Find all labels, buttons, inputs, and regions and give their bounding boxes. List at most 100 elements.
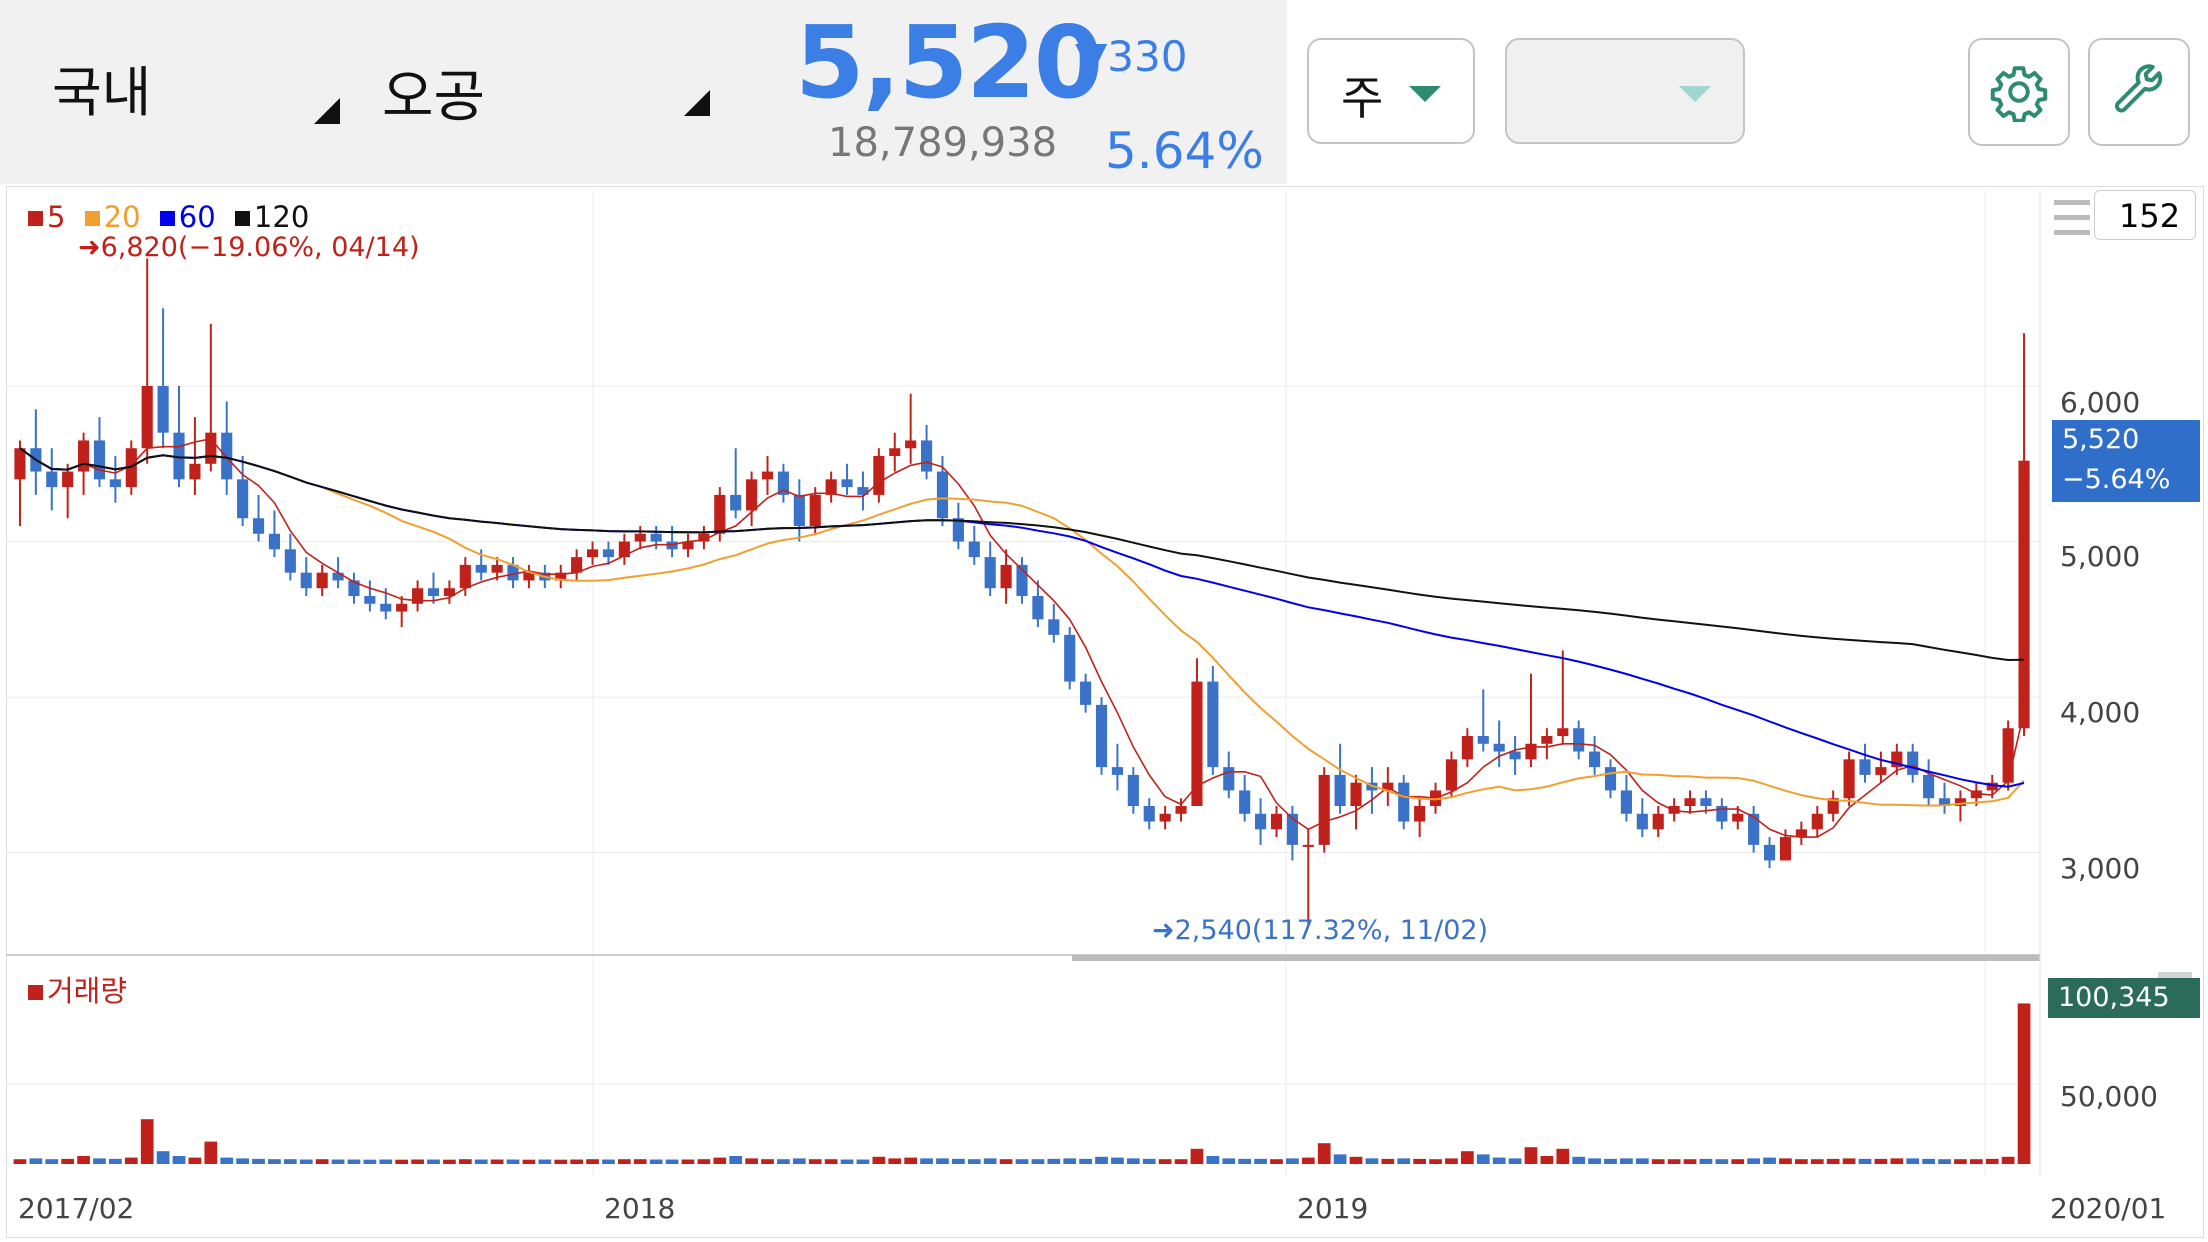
volume-bar xyxy=(204,1141,218,1164)
volume-bar xyxy=(299,1159,313,1164)
volume-bar xyxy=(1747,1158,1761,1164)
volume-bar xyxy=(172,1156,186,1164)
volume-bar xyxy=(1111,1157,1124,1164)
candle xyxy=(1175,806,1187,814)
volume-bar xyxy=(1476,1154,1490,1164)
volume-bar xyxy=(808,1159,822,1164)
volume-bar xyxy=(395,1159,409,1164)
candle xyxy=(921,440,933,472)
volume-bar xyxy=(1079,1158,1092,1164)
candle xyxy=(1493,743,1505,752)
volume-bar xyxy=(602,1159,615,1164)
volume-bar xyxy=(1635,1158,1649,1164)
volume-bar xyxy=(920,1158,933,1164)
volume-bar xyxy=(1524,1147,1538,1164)
candle xyxy=(109,479,121,488)
volume-bar xyxy=(1492,1157,1506,1164)
volume-bar xyxy=(713,1157,727,1164)
candle xyxy=(491,564,503,573)
candle xyxy=(141,386,153,449)
volume-bar xyxy=(1826,1158,1840,1164)
volume-bar xyxy=(1556,1148,1570,1164)
candle xyxy=(157,386,169,433)
legend-ma60[interactable]: 60 xyxy=(159,200,216,234)
volume-bar xyxy=(77,1156,90,1164)
volume-bar xyxy=(888,1158,902,1164)
zoom-level-box[interactable]: 152 xyxy=(2094,190,2196,240)
volume-bar xyxy=(490,1159,504,1164)
candle xyxy=(1032,596,1044,620)
volume-bar xyxy=(792,1158,806,1164)
candle xyxy=(714,494,726,534)
candle xyxy=(252,518,265,534)
volume-bar xyxy=(1890,1158,1904,1164)
menu-icon[interactable] xyxy=(2054,198,2090,238)
volume-bar xyxy=(904,1157,918,1164)
legend-ma120[interactable]: 120 xyxy=(234,200,309,234)
candle xyxy=(62,471,74,488)
volume-bar xyxy=(93,1158,106,1164)
volume-bar xyxy=(29,1158,43,1164)
volume-bar xyxy=(1429,1159,1442,1164)
candle xyxy=(650,533,662,542)
volume-bar xyxy=(156,1151,170,1164)
candle xyxy=(1700,798,1712,806)
candle xyxy=(205,432,217,464)
volume-bar xyxy=(856,1159,870,1164)
ma-line-60 xyxy=(19,447,2025,788)
volume-bar xyxy=(315,1159,329,1164)
candle xyxy=(1748,813,1760,845)
volume-bar xyxy=(1604,1158,1617,1164)
volume-bar xyxy=(554,1159,568,1164)
volume-bar xyxy=(2017,1003,2031,1164)
x-tick-2017-02: 2017/02 xyxy=(18,1192,135,1225)
candle xyxy=(1000,564,1012,589)
volume-bar xyxy=(1286,1158,1299,1164)
candle xyxy=(1509,751,1521,760)
volume-bar xyxy=(236,1158,249,1164)
candle xyxy=(1064,634,1076,682)
x-tick-2019: 2019 xyxy=(1297,1192,1369,1225)
volume-bar xyxy=(1667,1159,1681,1164)
candle xyxy=(1414,806,1426,822)
legend-ma20[interactable]: 20 xyxy=(84,200,141,234)
volume-bar xyxy=(697,1159,711,1164)
candle xyxy=(300,572,312,589)
volume-bar xyxy=(1763,1157,1776,1164)
candle xyxy=(46,471,58,488)
volume-bar xyxy=(649,1159,663,1164)
candle xyxy=(284,549,296,573)
volume-bar xyxy=(777,1159,790,1164)
candle xyxy=(1811,813,1823,830)
price-chart[interactable] xyxy=(0,0,2208,1242)
legend-ma5[interactable]: 5 xyxy=(28,200,65,234)
volume-bar xyxy=(1190,1148,1204,1164)
price-tag-value: 5,520 xyxy=(2062,424,2140,455)
candle xyxy=(364,596,376,604)
volume-bar xyxy=(427,1159,440,1164)
volume-bar xyxy=(1349,1156,1363,1164)
candle xyxy=(14,448,26,480)
candle xyxy=(1732,813,1744,822)
volume-bar xyxy=(45,1159,59,1164)
y-tick-3000: 3,000 xyxy=(2060,852,2141,885)
volume-bar xyxy=(983,1158,997,1164)
candle xyxy=(1127,774,1139,806)
volume-bar xyxy=(443,1159,456,1164)
candle xyxy=(1779,837,1792,861)
candle xyxy=(1843,759,1855,799)
volume-bar xyxy=(1985,1158,1999,1164)
volume-bar xyxy=(411,1159,424,1164)
ma-line-120 xyxy=(19,447,2025,662)
candle xyxy=(1636,813,1648,830)
volume-tag: 100,345 xyxy=(2048,978,2200,1018)
candle xyxy=(1207,681,1219,768)
volume-bar xyxy=(331,1159,345,1164)
volume-bar xyxy=(1222,1158,1236,1164)
volume-bar xyxy=(1588,1158,1601,1164)
candle xyxy=(1477,736,1489,744)
candle xyxy=(841,479,853,488)
candle xyxy=(1350,782,1362,806)
volume-tag-value: 100,345 xyxy=(2058,982,2170,1013)
volume-bar xyxy=(458,1159,472,1164)
